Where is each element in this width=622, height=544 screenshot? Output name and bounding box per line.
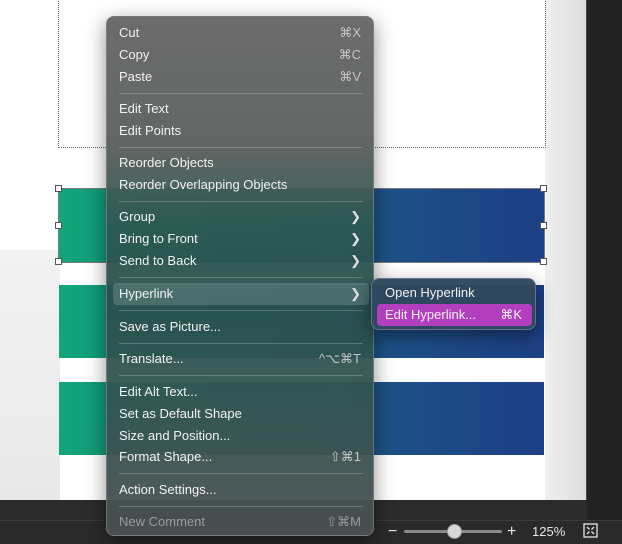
menu-separator xyxy=(119,277,363,278)
menu-item-edit-text[interactable]: Edit Text xyxy=(113,98,369,120)
menu-separator xyxy=(119,473,363,474)
resize-handle[interactable] xyxy=(540,222,547,229)
shortcut-label: ⇧⌘1 xyxy=(329,449,361,464)
menu-separator xyxy=(119,201,363,202)
menu-item-reorder-objects[interactable]: Reorder Objects xyxy=(113,152,369,174)
menu-item-send-to-back[interactable]: Send to Back ❯ xyxy=(113,250,369,272)
chevron-right-icon: ❯ xyxy=(350,209,361,224)
menu-separator xyxy=(119,147,363,148)
menu-separator xyxy=(119,93,363,94)
zoom-level[interactable]: 125% xyxy=(532,520,565,543)
menu-item-format-shape[interactable]: Format Shape... ⇧⌘1 xyxy=(113,446,369,468)
zoom-out-button[interactable]: − xyxy=(388,520,397,543)
menu-separator xyxy=(119,310,363,311)
fit-to-window-icon[interactable] xyxy=(583,523,598,538)
context-menu: Cut ⌘X Copy ⌘C Paste ⌘V Edit Text Edit P… xyxy=(106,16,374,536)
chevron-right-icon: ❯ xyxy=(350,253,361,268)
zoom-in-button[interactable]: + xyxy=(507,520,516,543)
menu-separator xyxy=(119,375,363,376)
background-photo xyxy=(545,0,586,500)
menu-item-translate[interactable]: Translate... ^⌥⌘T xyxy=(113,348,369,370)
menu-item-paste[interactable]: Paste ⌘V xyxy=(113,66,369,88)
resize-handle[interactable] xyxy=(55,185,62,192)
side-pane xyxy=(587,0,622,520)
menu-item-size-and-position[interactable]: Size and Position... xyxy=(113,425,369,447)
shortcut-label: ⌘K xyxy=(500,307,522,322)
menu-separator xyxy=(119,506,363,507)
submenu-item-open-hyperlink[interactable]: Open Hyperlink xyxy=(377,282,532,304)
chevron-right-icon: ❯ xyxy=(350,231,361,246)
resize-handle[interactable] xyxy=(540,258,547,265)
shortcut-label: ⇧⌘M xyxy=(326,514,361,529)
menu-item-edit-points[interactable]: Edit Points xyxy=(113,120,369,142)
menu-item-copy[interactable]: Copy ⌘C xyxy=(113,44,369,66)
menu-item-action-settings[interactable]: Action Settings... xyxy=(113,479,369,501)
menu-item-group[interactable]: Group ❯ xyxy=(113,206,369,228)
menu-item-set-default-shape[interactable]: Set as Default Shape xyxy=(113,403,369,425)
submenu-item-edit-hyperlink[interactable]: Edit Hyperlink... ⌘K xyxy=(377,304,532,326)
menu-item-hyperlink[interactable]: Hyperlink ❯ xyxy=(113,283,369,305)
chevron-right-icon: ❯ xyxy=(350,286,361,301)
resize-handle[interactable] xyxy=(55,222,62,229)
background-photo xyxy=(0,250,60,500)
menu-item-save-as-picture[interactable]: Save as Picture... xyxy=(113,316,369,338)
shortcut-label: ⌘V xyxy=(339,69,361,84)
menu-item-reorder-overlapping[interactable]: Reorder Overlapping Objects xyxy=(113,174,369,196)
resize-handle[interactable] xyxy=(540,185,547,192)
shortcut-label: ⌘C xyxy=(338,47,361,62)
menu-item-bring-to-front[interactable]: Bring to Front ❯ xyxy=(113,228,369,250)
resize-handle[interactable] xyxy=(55,258,62,265)
menu-item-cut[interactable]: Cut ⌘X xyxy=(113,22,369,44)
menu-separator xyxy=(119,343,363,344)
menu-item-edit-alt-text[interactable]: Edit Alt Text... xyxy=(113,381,369,403)
shortcut-label: ^⌥⌘T xyxy=(318,351,361,366)
hyperlink-submenu: Open Hyperlink Edit Hyperlink... ⌘K xyxy=(371,278,536,330)
menu-item-new-comment: New Comment ⇧⌘M xyxy=(113,511,369,533)
shortcut-label: ⌘X xyxy=(339,25,361,40)
